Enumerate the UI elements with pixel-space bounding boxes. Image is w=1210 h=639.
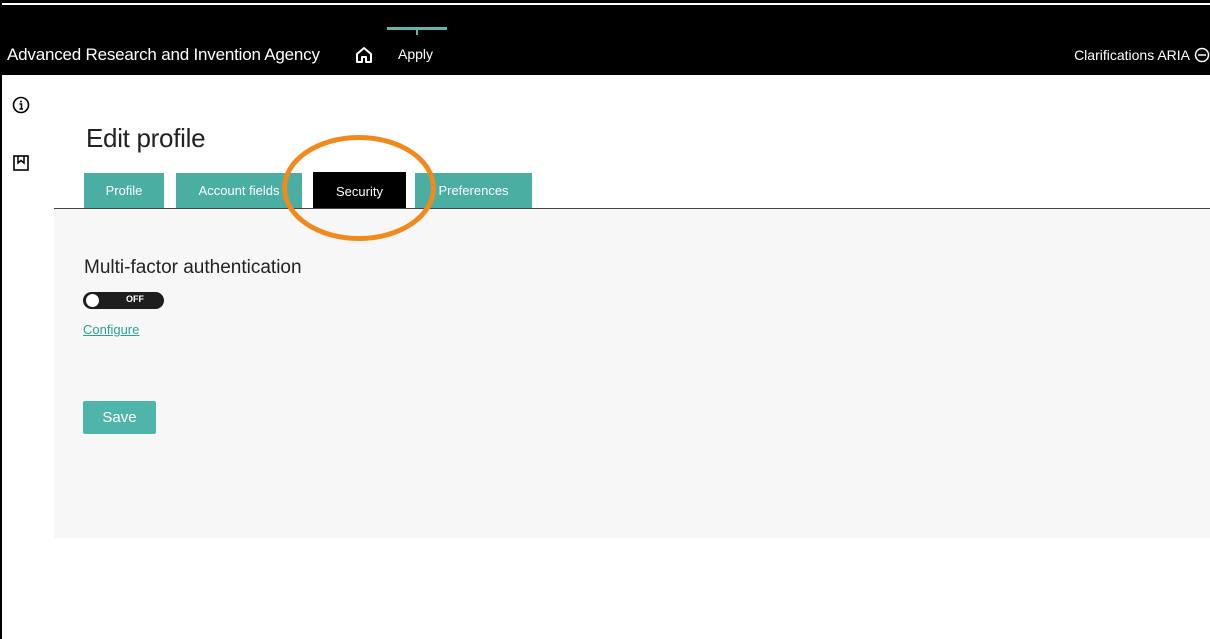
home-icon[interactable]: [352, 43, 376, 67]
info-icon[interactable]: [11, 95, 31, 115]
tab-profile[interactable]: Profile: [84, 173, 164, 208]
toggle-knob: [86, 294, 99, 307]
bookmark-icon[interactable]: [11, 153, 31, 173]
mfa-heading: Multi-factor authentication: [84, 257, 302, 278]
tab-account-fields[interactable]: Account fields: [176, 173, 302, 208]
active-nav-tick: [416, 30, 418, 35]
page-title: Edit profile: [86, 123, 206, 154]
user-menu[interactable]: Clarifications ARIA: [1074, 47, 1210, 63]
nav-apply-label[interactable]: Apply: [398, 46, 433, 62]
tab-security[interactable]: Security: [313, 172, 406, 210]
mfa-toggle[interactable]: OFF: [83, 292, 164, 309]
save-button[interactable]: Save: [83, 401, 156, 434]
configure-link[interactable]: Configure: [83, 322, 139, 337]
user-menu-label[interactable]: Clarifications ARIA: [1074, 47, 1190, 63]
top-nav-bar: Advanced Research and Invention Agency A…: [0, 5, 1210, 75]
tab-preferences[interactable]: Preferences: [415, 173, 532, 208]
nav-apply[interactable]: Apply: [387, 27, 447, 77]
user-avatar-icon[interactable]: [1194, 47, 1210, 63]
toggle-state-label: OFF: [126, 294, 144, 304]
brand-name[interactable]: Advanced Research and Invention Agency: [7, 45, 320, 65]
